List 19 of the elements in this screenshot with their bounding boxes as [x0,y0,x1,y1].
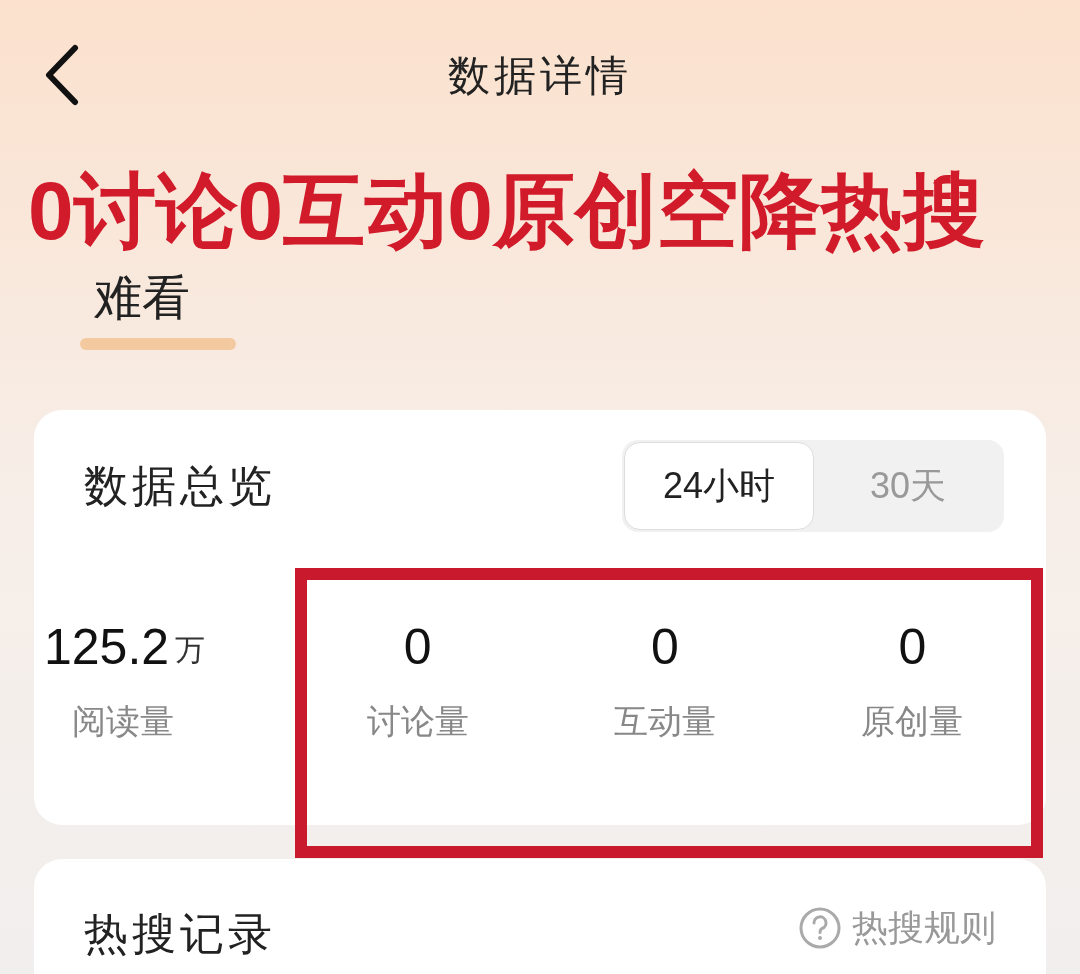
stat-value: 0 [651,622,679,672]
period-tab[interactable]: 30天 [814,442,1002,530]
stat-label: 原创量 [861,701,964,742]
period-tab[interactable]: 24小时 [624,442,814,530]
annotation-headline: 0讨论0互动0原创空降热搜 [28,170,986,252]
stat-value: 125.2 [44,622,170,672]
annotation-note: 难看 [93,274,190,322]
stat-value: 0 [898,622,927,672]
back-icon [43,44,79,106]
help-icon [798,906,842,950]
stat-label: 讨论量 [366,701,469,742]
page-title: 数据详情 [448,50,632,101]
section-title: 数据总览 [84,460,276,512]
stat-label: 阅读量 [72,701,174,742]
rules-link[interactable]: 热搜规则 [798,901,996,955]
stat-unit: 万 [175,632,206,668]
section-title: 热搜记录 [84,908,276,960]
stat-value: 0 [403,622,432,672]
stat-label: 互动量 [614,701,716,742]
